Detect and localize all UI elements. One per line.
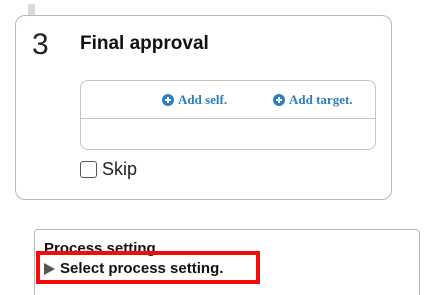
approver-divider xyxy=(81,118,375,119)
skip-checkbox[interactable] xyxy=(80,160,97,178)
step-title: Final approval xyxy=(80,33,209,54)
add-target-link[interactable]: Add target. xyxy=(273,92,353,108)
add-self-label: Add self. xyxy=(178,92,228,107)
select-process-setting-toggle[interactable]: Select process setting. xyxy=(44,260,223,277)
select-process-setting-label: Select process setting. xyxy=(60,260,224,277)
step-number: 3 xyxy=(32,28,49,61)
process-setting-panel: Process setting Select process setting. xyxy=(34,229,420,295)
workflow-page: 3 Final approval Add self. Add target. S… xyxy=(0,0,432,295)
approver-list: Add self. Add target. xyxy=(80,80,376,150)
process-setting-heading: Process setting xyxy=(44,240,156,257)
skip-label: Skip xyxy=(102,159,138,179)
skip-option[interactable]: Skip xyxy=(80,159,137,179)
triangle-right-icon xyxy=(44,262,55,275)
approval-step-card: 3 Final approval Add self. Add target. S… xyxy=(15,15,392,200)
add-self-link[interactable]: Add self. xyxy=(162,92,227,108)
plus-circle-icon xyxy=(273,94,285,106)
plus-circle-icon xyxy=(162,94,174,106)
add-target-label: Add target. xyxy=(289,92,353,107)
